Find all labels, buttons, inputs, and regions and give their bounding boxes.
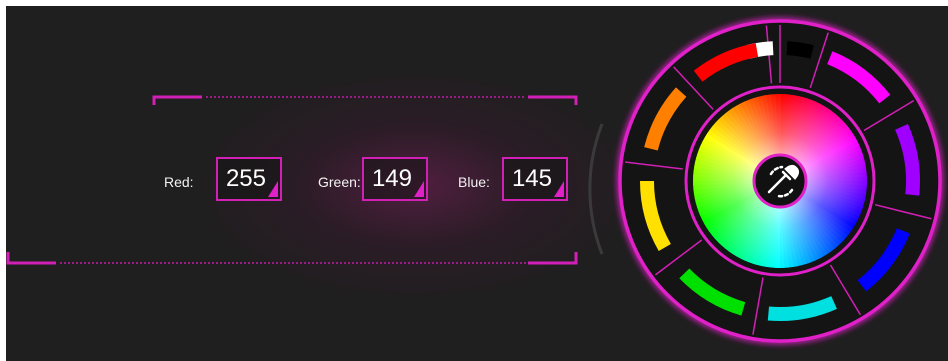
color-wheel-picker — [616, 17, 944, 345]
color-panel: Red: 255 Green: 149 Blue: 145 — [6, 6, 948, 361]
